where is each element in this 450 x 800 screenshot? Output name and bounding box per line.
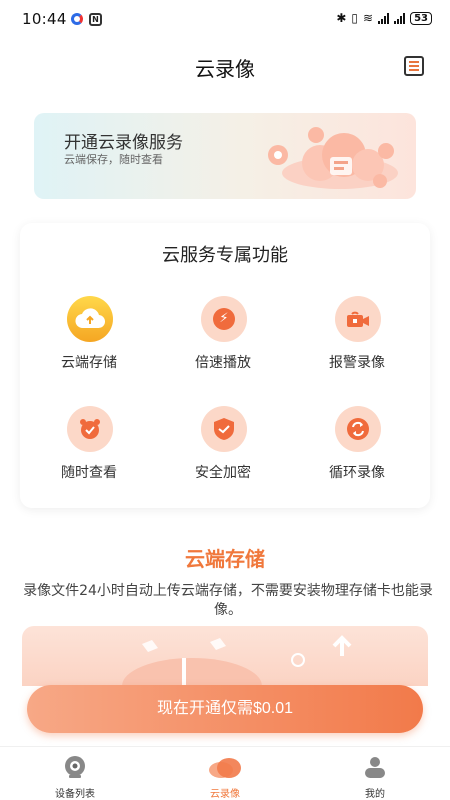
signal-icon-2 [394,12,406,24]
vibrate-icon: ▯ [351,11,359,25]
signal-icon [378,12,390,24]
storage-section-description: 录像文件24小时自动上传云端存储，不需要安装物理存储卡也能录像。 [23,583,433,618]
loop-icon [335,406,381,452]
shield-check-icon [201,406,247,452]
header: 云录像 [0,44,450,88]
alarm-camera-icon [335,296,381,342]
alarm-clock-icon [67,406,113,452]
status-time: 10:44 [22,10,67,28]
notification-app-icon [71,13,83,25]
storage-section-title: 云端存储 [185,547,265,571]
nav-label: 设备列表 [55,789,95,800]
subscribe-button[interactable]: 现在开通仅需$0.01 [27,685,423,733]
nav-item-device-list[interactable]: 设备列表 [25,755,125,800]
feature-loop-recording[interactable]: 循环录像 [297,406,417,501]
feature-label: 循环录像 [329,465,385,481]
user-icon [365,757,385,778]
features-card: 云服务专属功能 云端存储 ⚡ 倍速播放 报警录像 随时查看 安全加密 循环录像 [20,223,430,508]
feature-label: 云端存储 [61,355,117,371]
wifi-icon: ≋ [363,11,374,25]
status-bar: 10:44 N ✱ ▯ ≋ 53 [0,0,450,40]
nav-label: 我的 [365,789,385,800]
nfc-icon: N [89,13,102,26]
feature-security-encryption[interactable]: 安全加密 [163,406,283,501]
feature-label: 安全加密 [195,465,251,481]
feature-cloud-storage[interactable]: 云端存储 [29,296,149,391]
nav-item-cloud-video[interactable]: 云录像 [175,755,275,800]
feature-alarm-recording[interactable]: 报警录像 [297,296,417,391]
feature-label: 倍速播放 [195,355,251,371]
feature-label: 随时查看 [61,465,117,481]
subscribe-banner[interactable]: 开通云录像服务 云端保存，随时查看 [34,113,416,199]
storage-illustration [22,626,428,686]
feature-label: 报警录像 [329,355,385,371]
upload-illustration-icon [122,635,352,686]
banner-subtitle: 云端保存，随时查看 [64,153,163,166]
feature-speed-playback[interactable]: ⚡ 倍速播放 [163,296,283,391]
cloud-illustration-icon [268,127,398,189]
camera-icon [65,756,85,778]
nav-label: 云录像 [210,789,240,800]
lightning-icon: ⚡ [201,296,247,342]
page-title: 云录像 [195,57,255,81]
menu-list-icon[interactable] [404,56,424,76]
nav-item-mine[interactable]: 我的 [325,755,425,800]
cloud-upload-icon [67,296,113,342]
bottom-nav: 设备列表 云录像 我的 [0,746,450,800]
features-title: 云服务专属功能 [162,245,288,266]
battery-indicator: 53 [410,11,432,25]
banner-title: 开通云录像服务 [64,133,183,153]
feature-view-anytime[interactable]: 随时查看 [29,406,149,501]
bluetooth-icon: ✱ [336,11,347,25]
status-indicators: ✱ ▯ ≋ 53 [336,11,432,25]
cloud-icon [209,758,241,778]
